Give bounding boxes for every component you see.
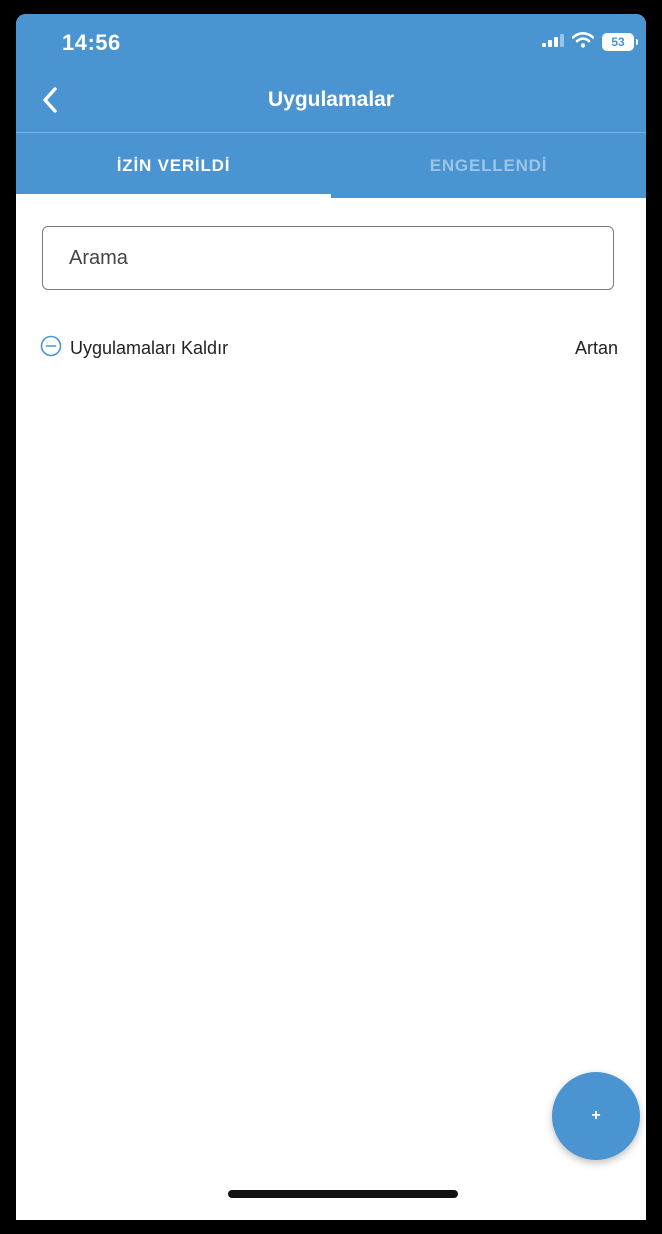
tab-indicator [16, 194, 331, 198]
cellular-signal-icon [542, 33, 564, 52]
navigation-bar: Uygulamalar [16, 72, 646, 132]
search-input[interactable] [67, 245, 613, 271]
page-title: Uygulamalar [267, 88, 395, 111]
tab-bar: İZİN VERİLDİ ENGELLENDİ [16, 133, 646, 198]
remove-apps-label: Uygulamaları Kaldır [70, 337, 229, 358]
remove-apps-button[interactable]: Uygulamaları Kaldır [40, 335, 228, 362]
header: 14:56 53 Uygulamalar İZİN VERİLDİ ENGELL… [16, 14, 646, 198]
battery-icon: 53 [602, 33, 638, 51]
add-app-button[interactable]: + [552, 1072, 640, 1160]
status-time: 14:56 [62, 30, 121, 55]
wifi-icon [571, 31, 595, 53]
minus-circle-icon [40, 335, 62, 362]
list-controls: Uygulamaları Kaldır Artan [40, 332, 618, 364]
tab-label: ENGELLENDİ [429, 155, 548, 175]
tab-allowed[interactable]: İZİN VERİLDİ [16, 133, 331, 198]
app-screen: 14:56 53 Uygulamalar İZİN VERİLDİ ENGELL… [16, 14, 646, 1220]
tab-label: İZİN VERİLDİ [116, 155, 231, 175]
home-indicator [228, 1190, 458, 1198]
sort-order-button[interactable]: Artan [575, 338, 618, 359]
status-icons: 53 [542, 28, 638, 56]
search-field[interactable] [42, 226, 614, 290]
tab-blocked[interactable]: ENGELLENDİ [331, 133, 646, 198]
